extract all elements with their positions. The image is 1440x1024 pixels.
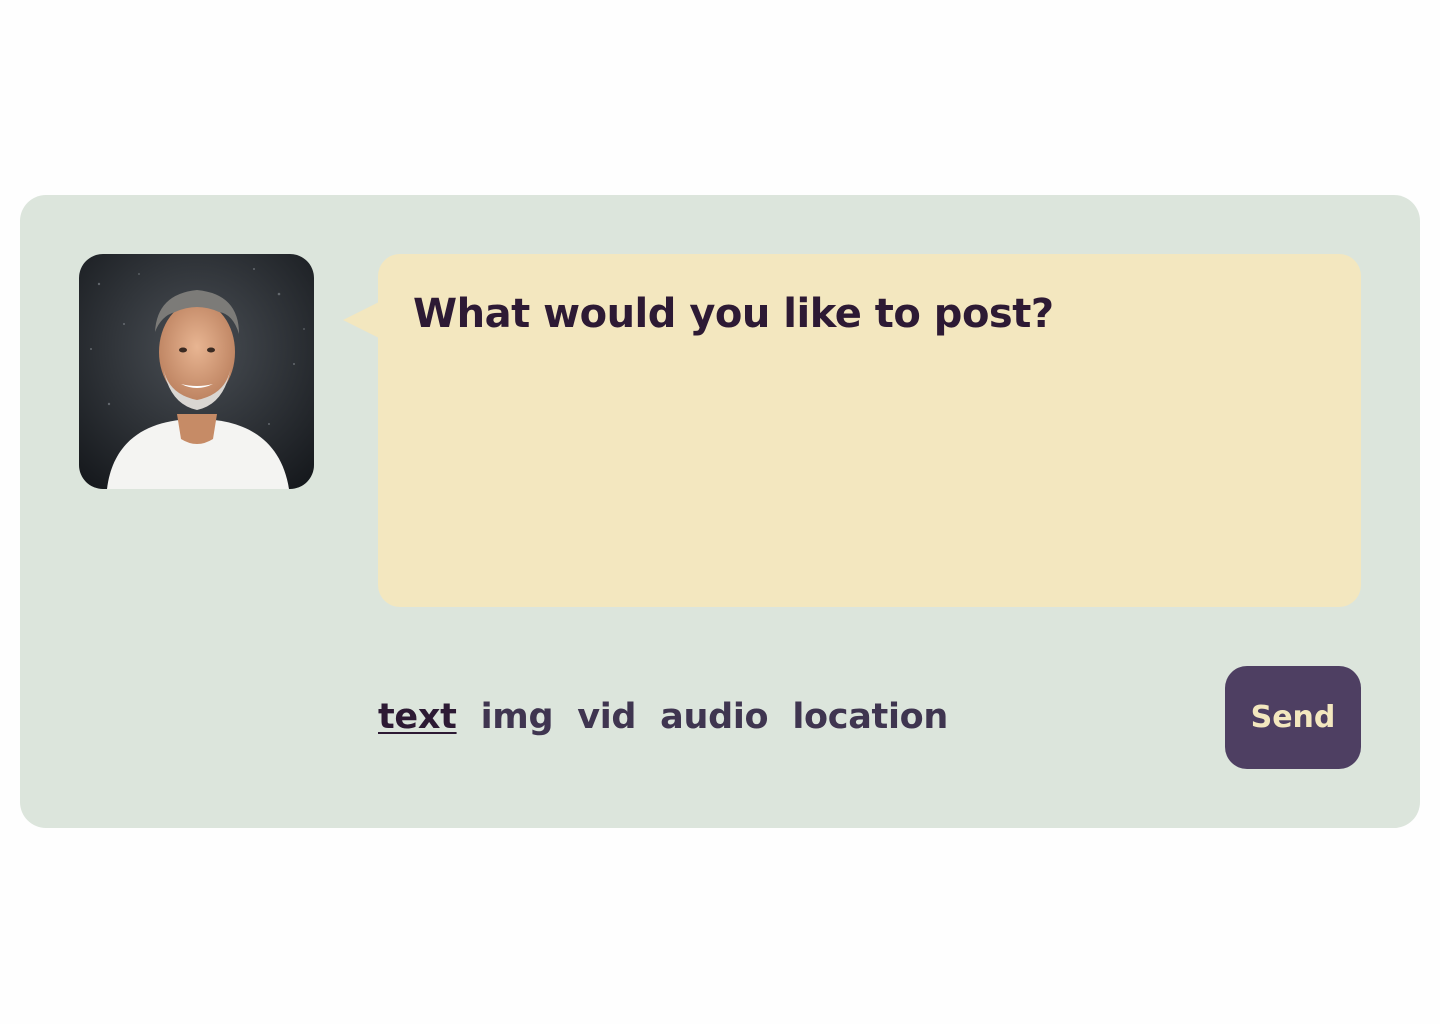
tab-text[interactable]: text	[378, 697, 457, 737]
post-composer-card: What would you like to post? text img vi…	[20, 195, 1420, 828]
post-text-bubble[interactable]: What would you like to post?	[343, 254, 1361, 607]
post-text-input[interactable]	[413, 359, 1327, 583]
send-button[interactable]: Send	[1225, 666, 1361, 769]
tab-location[interactable]: location	[792, 697, 948, 737]
post-prompt: What would you like to post?	[413, 291, 1054, 337]
tab-audio[interactable]: audio	[660, 697, 768, 737]
avatar	[79, 254, 314, 489]
speech-bubble-tail	[343, 302, 379, 338]
post-type-tabs: text img vid audio location	[378, 692, 948, 742]
avatar-photo	[79, 254, 314, 489]
tab-vid[interactable]: vid	[577, 697, 636, 737]
tab-img[interactable]: img	[481, 697, 554, 737]
